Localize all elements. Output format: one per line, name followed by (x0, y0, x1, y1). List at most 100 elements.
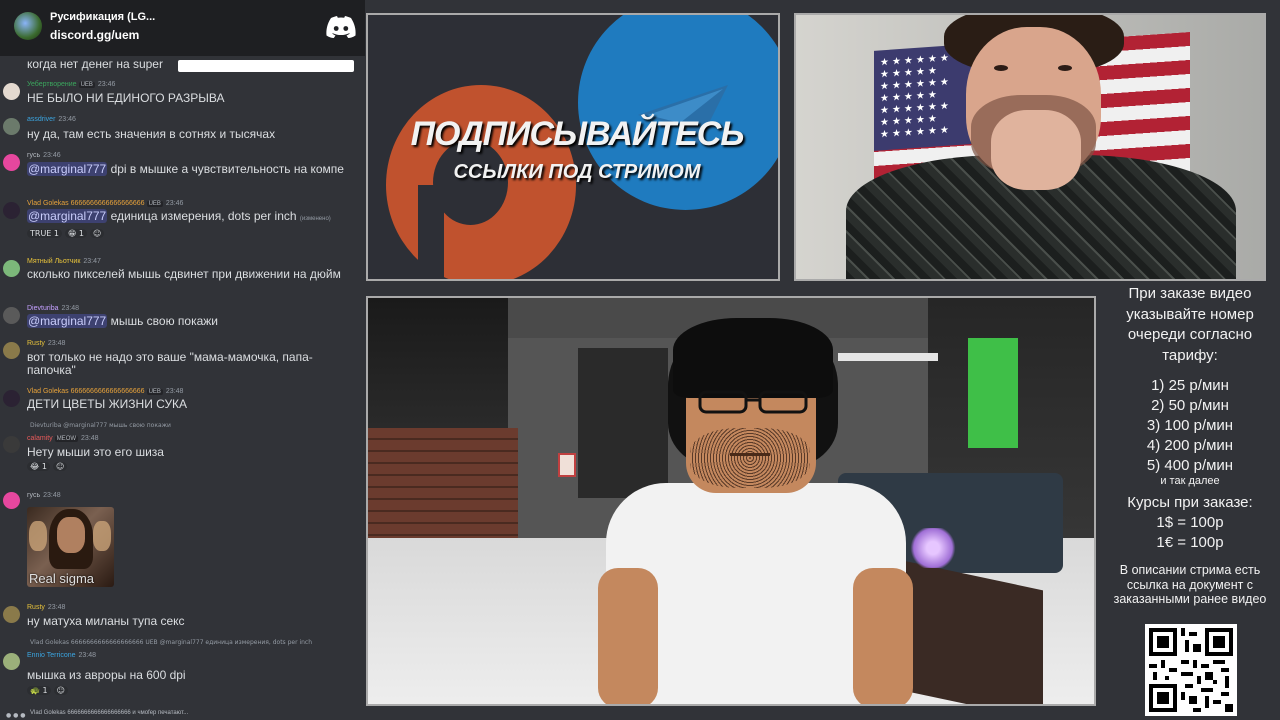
promo-title: ПОДПИСЫВАЙТЕСЬ (410, 115, 745, 153)
author-name[interactable]: Уебертворение (27, 81, 77, 88)
rate-item: 1€ = 100р (1156, 534, 1224, 551)
reaction[interactable]: 🐢 1 (27, 686, 51, 695)
author-name[interactable]: Мятный Льотчик (27, 258, 80, 265)
tier-item: 3) 100 р/мин (1146, 417, 1234, 434)
reaction-row: 😂 1 ☺ (27, 462, 70, 471)
author-name[interactable]: гусь (27, 152, 40, 159)
avatar (3, 390, 20, 407)
message-meta: Rusty 23:48 (27, 340, 65, 347)
reaction-row: 🐢 1 ☺ (27, 686, 71, 695)
avatar-arm-left (598, 568, 658, 704)
image-figure (93, 521, 111, 551)
qr-code-icon (1145, 624, 1237, 716)
author-name[interactable]: assdriver (27, 116, 55, 123)
order-instructions: При заказе видео указывайте номер очеред… (1126, 285, 1254, 364)
avatar-fringe (673, 318, 833, 398)
message-text: Нету мыши это его шиза (27, 445, 164, 459)
user-mention[interactable]: @marginal777 (27, 162, 108, 176)
add-reaction-icon[interactable]: ☺ (52, 462, 68, 471)
timestamp: 23:47 (83, 258, 101, 265)
message-text: ДЕТИ ЦВЕТЫ ЖИЗНИ СУКА (27, 397, 188, 411)
message-meta: гусь 23:46 (27, 152, 61, 159)
image-caption: Real sigma (29, 571, 95, 586)
author-name[interactable]: Dievturiba (27, 305, 59, 312)
typing-indicator: Vlad Golekas 6666666666666666666 и чмоfе… (30, 710, 189, 716)
game-window (968, 338, 1018, 448)
role-badge: UEB (78, 82, 95, 88)
add-reaction-icon[interactable]: ☺ (89, 229, 105, 238)
tier-item: 2) 50 р/мин (1151, 397, 1229, 414)
message-text: мышка из авроры на 600 dpi (27, 668, 186, 682)
message-body: мышь свою покажи (107, 314, 218, 328)
avatar (3, 606, 20, 623)
reply-preview[interactable]: Dievturiba @marginal777 мышь свою покажи (30, 422, 171, 429)
message-text: НЕ БЫЛО НИ ЕДИНОГО РАЗРЫВА (27, 91, 225, 105)
server-invite-link[interactable]: discord.gg/uem (50, 28, 139, 42)
tier-list: 1) 25 р/мин 2) 50 р/мин 3) 100 р/мин 4) … (1100, 376, 1280, 487)
avatar (3, 202, 20, 219)
author-name[interactable]: Ennio Terricone (27, 652, 76, 659)
avatar-glasses-icon (698, 390, 808, 414)
avatar (3, 307, 20, 324)
game-flower (908, 528, 958, 568)
webcam-feed: ★★★★★★ ★★★★★ ★★★★★★ ★★★★★ ★★★★★★ ★★★★★ ★★★★★★ (794, 13, 1266, 281)
tier-item: 5) 400 р/мин (1146, 457, 1234, 474)
message-meta: calamity MEOW 23:48 (27, 435, 99, 442)
author-name[interactable]: гусь (27, 492, 40, 499)
author-name[interactable]: Vlad Golekas 6666666666666666666 (27, 200, 145, 207)
timestamp: 23:46 (97, 81, 116, 88)
message-text: @marginal777 мышь свою покажи (27, 314, 357, 328)
add-reaction-icon[interactable]: ☺ (53, 686, 68, 695)
reaction[interactable]: 😂 1 (27, 462, 50, 471)
message-meta: Уебертворение UEB 23:46 (27, 81, 115, 88)
avatar-mouth (730, 453, 770, 456)
message-body: единица измерения, dots per inch (107, 209, 297, 223)
message-meta: assdriver 23:46 (27, 116, 76, 123)
author-name[interactable]: calamity (27, 435, 53, 442)
message-meta: Мятный Льотчик 23:47 (27, 258, 101, 265)
message-text: @marginal777 dpi в мышке а чувствительно… (27, 162, 357, 176)
truncated-message: когда нет денег на super (27, 57, 163, 71)
author-name[interactable]: Rusty (27, 604, 45, 611)
timestamp: 23:46 (43, 152, 61, 159)
stream-description-note: В описании стрима есть ссылка на докумен… (1113, 563, 1267, 606)
user-mention[interactable]: @marginal777 (27, 209, 108, 223)
avatar-arm-right (853, 568, 913, 704)
message-meta: Vlad Golekas 6666666666666666666 UEB 23:48 (27, 388, 183, 395)
promo-subtitle: ССЫЛКИ ПОД СТРИМОМ (453, 161, 701, 183)
message-meta: Dievturiba 23:48 (27, 305, 79, 312)
avatar (3, 342, 20, 359)
timestamp: 23:48 (78, 652, 97, 659)
message-text: сколько пикселей мышь сдвинет при движен… (27, 267, 341, 281)
timestamp: 23:48 (47, 604, 66, 611)
message-text: ну да, там есть значения в сотнях и тыся… (27, 127, 276, 141)
author-name[interactable]: Vlad Golekas 6666666666666666666 (27, 388, 145, 395)
avatar (3, 492, 20, 509)
edited-label: (изменено) (299, 216, 331, 222)
tier-item: 4) 200 р/мин (1146, 437, 1234, 454)
truncated-attachment (178, 60, 354, 72)
author-name[interactable]: Rusty (27, 340, 45, 347)
user-mention[interactable]: @marginal777 (27, 314, 108, 328)
reaction[interactable]: TRUE 1 (27, 229, 62, 238)
rate-item: 1$ = 100р (1156, 514, 1224, 531)
game-light-switch (558, 453, 576, 477)
message-text: ну матуха миланы тупа секс (27, 614, 185, 628)
discord-logo-icon (326, 16, 356, 38)
message-meta: Vlad Golekas 6666666666666666666 UEB 23:46 (27, 200, 183, 207)
server-header: Русификация (LG... discord.gg/uem (0, 0, 365, 56)
image-attachment[interactable]: Real sigma (27, 507, 114, 587)
message-meta: Ennio Terricone 23:48 (27, 652, 96, 659)
reaction[interactable]: 😁 1 (65, 229, 87, 238)
flag-stars-icon: ★★★★★★ ★★★★★ ★★★★★★ ★★★★★ ★★★★★★ ★★★★★ ★★★★★★ (880, 52, 952, 141)
streamer-eye (1058, 65, 1072, 71)
message-meta: Rusty 23:48 (27, 604, 65, 611)
image-figure (29, 521, 47, 551)
tier-note: и так далее (1160, 475, 1220, 487)
promo-banner: ПОДПИСЫВАЙТЕСЬ ССЫЛКИ ПОД СТРИМОМ (366, 13, 780, 281)
role-badge: UEB (146, 389, 163, 395)
reaction-row: TRUE 1 😁 1 ☺ (27, 229, 107, 238)
rates-block: Курсы при заказе: 1$ = 100р 1€ = 100р (1100, 493, 1280, 553)
reply-preview[interactable]: Vlad Golekas 6666666666666666666 UEB @ma… (30, 639, 312, 646)
avatar (3, 154, 20, 171)
